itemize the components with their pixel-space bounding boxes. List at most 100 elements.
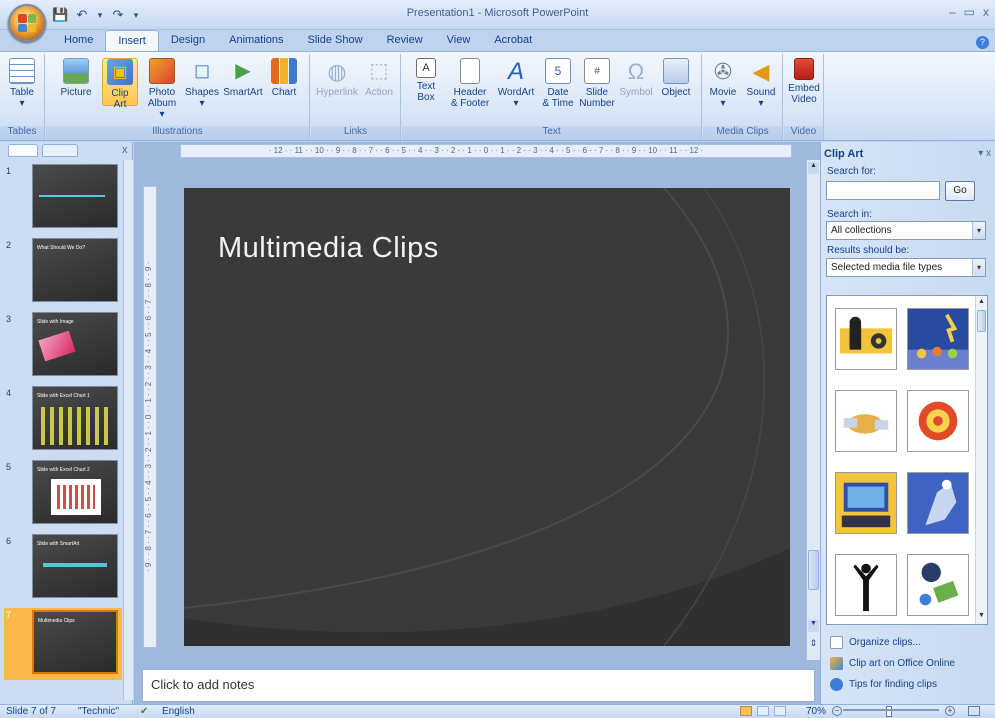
search-in-label: Search in: [827,209,873,220]
results-select[interactable]: Selected media file types ▾ [826,258,986,277]
spell-check-icon[interactable]: ✔ [140,706,148,717]
panel-close-icon[interactable]: x [122,144,128,156]
slide-sorter-icon[interactable] [757,706,769,716]
header-footer-button[interactable]: Header & Footer [448,58,492,109]
chart-button[interactable]: Chart [266,58,302,98]
calendar-icon: 5 [545,58,571,84]
ribbon: Table ▾ Tables Picture ▣ Clip Art Photo … [0,51,995,141]
office-button[interactable] [8,4,46,42]
clip-results-list[interactable] [826,295,988,625]
chevron-down-icon[interactable]: ▾ [972,222,985,239]
omega-icon: Ω [627,58,645,84]
zoom-out-icon[interactable]: − [832,706,842,716]
header-footer-icon [460,58,480,84]
date-time-button[interactable]: 5 Date & Time [540,58,576,109]
go-button[interactable]: Go [945,181,975,201]
group-label-tables: Tables [0,126,44,140]
object-button[interactable]: Object [658,58,694,98]
object-icon [663,58,689,84]
slide-thumbnail-4[interactable]: 4 Slide with Excel Chart 1 [4,386,122,458]
slide-thumbnail-5[interactable]: 5 Slide with Excel Chart 2 [4,460,122,532]
group-text: A Text Box Header & Footer A WordArt ▾ 5… [402,54,702,140]
slide-thumbnail-6[interactable]: 6 Slide with SmartArt [4,534,122,606]
clip-thumbnail-handshake[interactable] [835,390,897,452]
close-button[interactable]: x [983,5,989,19]
tab-outline[interactable] [42,144,78,157]
zoom-slider-thumb[interactable] [886,706,892,717]
clip-thumbnail-business-gear[interactable] [835,308,897,370]
slide-thumbnail-3[interactable]: 3 Slide with Image [4,312,122,384]
group-video: Embed Video Video [784,54,824,140]
results-scrollbar[interactable]: ▲ ▼ [975,296,987,624]
chevron-down-icon[interactable]: ▾ [972,259,985,276]
organize-clips-link[interactable]: Organize clips... [830,636,921,649]
minimize-button[interactable]: – [949,5,956,19]
clip-thumbnail-target[interactable] [907,390,969,452]
chart-icon [271,58,297,84]
shapes-button[interactable]: ◻ Shapes ▾ [184,58,220,110]
smartart-button[interactable]: ▶ SmartArt [222,58,264,99]
tab-insert[interactable]: Insert [105,30,159,52]
table-button[interactable]: Table ▾ [4,58,40,109]
maximize-button[interactable]: ▭ [964,5,975,19]
group-label-video: Video [784,126,823,140]
search-in-select[interactable]: All collections ▾ [826,221,986,240]
tab-slides[interactable] [8,144,38,157]
fit-to-window-icon[interactable] [968,706,980,716]
clip-search-input[interactable] [826,181,940,200]
window-title: Presentation1 - Microsoft PowerPoint [406,7,589,19]
zoom-slider[interactable] [843,709,939,711]
horizontal-ruler: · 12 · · 11 · · 10 · · 9 · · 8 · · 7 · ·… [180,144,792,158]
zoom-level[interactable]: 70% [806,706,826,717]
slide-number-button[interactable]: # Slide Number [578,58,616,109]
clip-thumbnail-computer[interactable] [835,472,897,534]
slide-show-view-icon[interactable] [774,706,786,716]
movie-button[interactable]: ✇ Movie ▾ [705,58,741,109]
normal-view-icon[interactable] [740,706,752,716]
tab-slide-show[interactable]: Slide Show [296,30,375,52]
action-button[interactable]: ⬚ Action [361,58,397,99]
tab-view[interactable]: View [435,30,483,52]
tab-home[interactable]: Home [52,30,105,52]
wordart-button[interactable]: A WordArt ▾ [496,58,536,109]
photo-album-button[interactable]: Photo Album ▾ [144,58,180,120]
tips-for-finding-clips-link[interactable]: Tips for finding clips [830,678,937,691]
smartart-icon: ▶ [235,59,251,82]
help-icon[interactable]: ? [976,36,989,49]
symbol-button[interactable]: Ω Symbol [618,58,654,98]
search-for-label: Search for: [827,166,876,177]
embed-video-button[interactable]: Embed Video [786,58,822,105]
clip-thumbnail-silhouette[interactable] [835,554,897,616]
slide-title[interactable]: Multimedia Clips [218,232,439,265]
group-label-media-clips: Media Clips [703,126,782,140]
text-box-button[interactable]: A Text Box [408,58,444,103]
slide-canvas[interactable]: Multimedia Clips [184,188,790,646]
tab-animations[interactable]: Animations [217,30,295,52]
editor-scrollbar[interactable]: ▲ ▼ ⇕ [806,160,820,660]
pane-options-icon[interactable]: ▾ x [978,148,991,159]
slide-position-status: Slide 7 of 7 [6,706,57,717]
ribbon-tabs: Home Insert Design Animations Slide Show… [52,30,544,52]
slide-thumbnail-1[interactable]: 1 [4,164,122,236]
picture-button[interactable]: Picture [58,58,94,98]
clip-art-button[interactable]: ▣ Clip Art [102,58,138,110]
embed-video-icon [794,58,814,80]
clip-art-online-link[interactable]: Clip art on Office Online [830,657,955,670]
slides-panel-scrollbar[interactable] [123,160,133,700]
zoom-in-icon[interactable]: + [945,706,955,716]
notes-pane[interactable]: Click to add notes [142,669,815,702]
tab-acrobat[interactable]: Acrobat [482,30,544,52]
slide-thumbnail-7[interactable]: 7 Multimedia Clips [4,608,122,680]
tab-review[interactable]: Review [375,30,435,52]
sound-button[interactable]: ◀ Sound ▾ [743,58,779,109]
wordart-icon: A [507,57,524,85]
hyperlink-button[interactable]: ◍ Hyperlink [315,58,359,98]
clip-thumbnail-audience[interactable] [907,308,969,370]
tab-design[interactable]: Design [159,30,217,52]
language-status[interactable]: English [162,706,195,717]
film-reel-icon: ✇ [713,58,733,84]
clip-thumbnail-gadgets[interactable] [907,554,969,616]
theme-status[interactable]: "Technic" [78,706,119,717]
clip-thumbnail-runner[interactable] [907,472,969,534]
slide-thumbnail-2[interactable]: 2 What Should We Do? [4,238,122,310]
